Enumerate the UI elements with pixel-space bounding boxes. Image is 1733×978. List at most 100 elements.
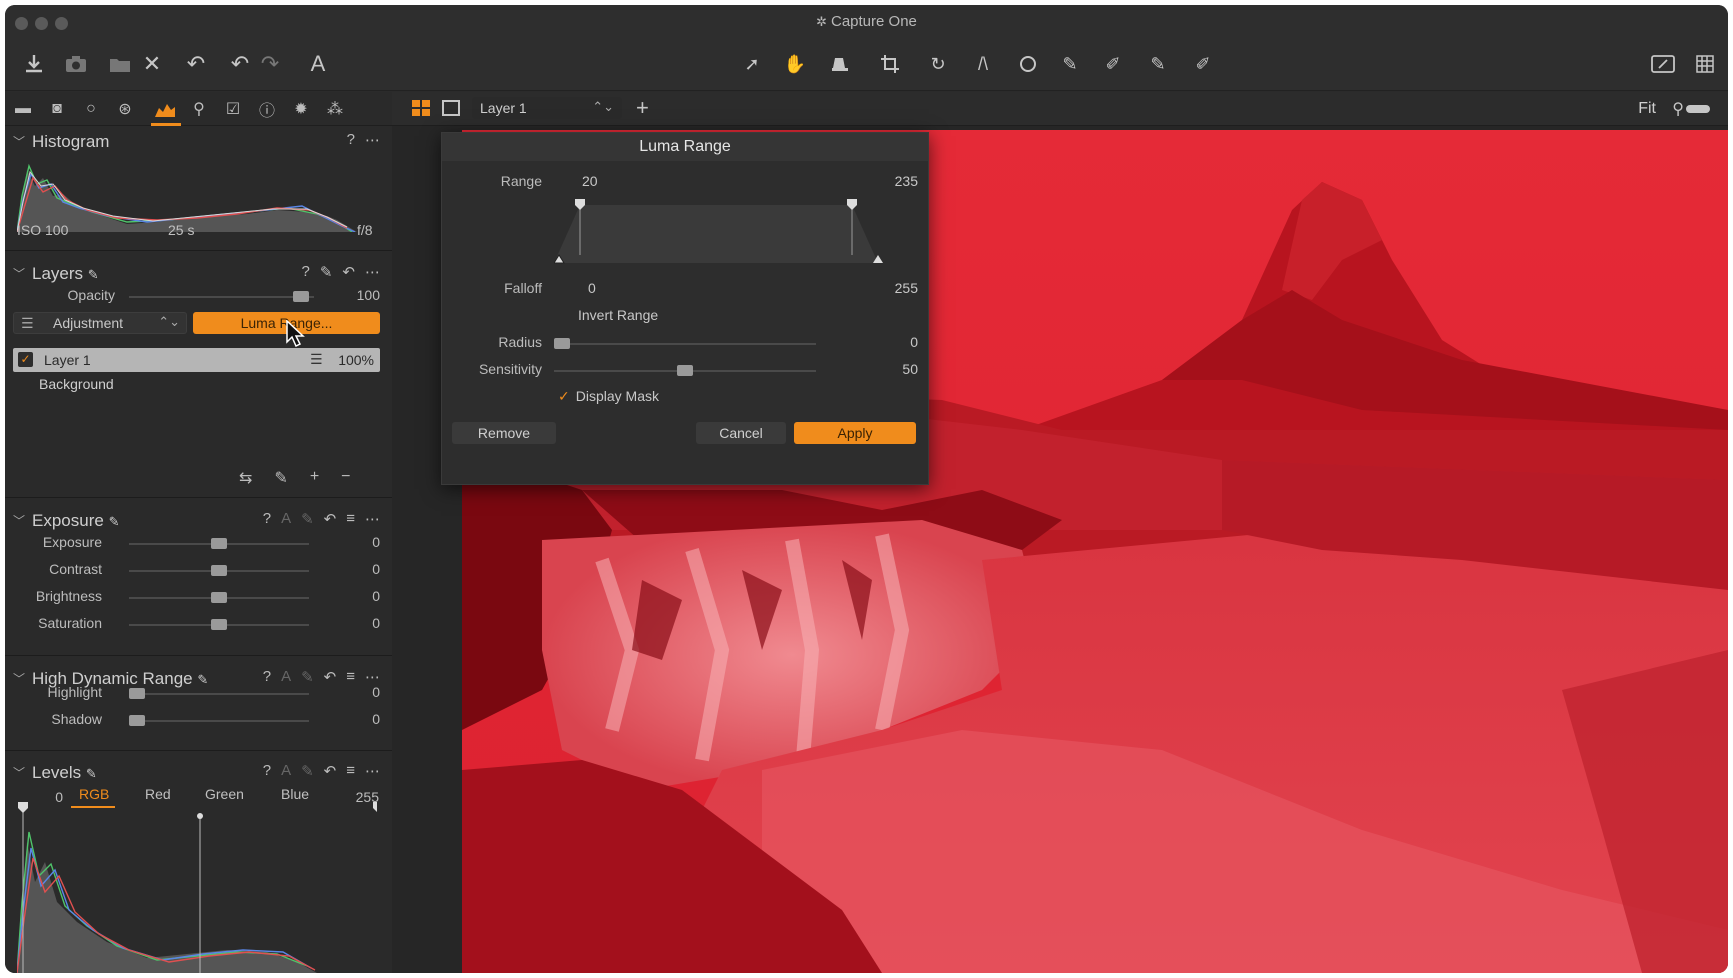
add-layer-icon[interactable]: + <box>636 95 649 121</box>
slider-value[interactable]: 0 <box>325 534 380 550</box>
batch-icon[interactable]: ⁂ <box>323 98 347 120</box>
swap-layers-icon[interactable]: ⇆ <box>239 468 252 488</box>
chevron-down-icon[interactable]: ﹀ <box>13 265 25 282</box>
remove-layer-icon[interactable]: − <box>341 468 350 488</box>
list-icon[interactable]: ≡ <box>346 762 355 780</box>
rotate-icon[interactable]: ↻ <box>923 49 953 79</box>
settings-icon[interactable]: ✹ <box>289 98 313 120</box>
grid-view-icon[interactable] <box>412 100 430 121</box>
slider-knob[interactable] <box>211 592 227 603</box>
pick-icon[interactable] <box>825 49 855 79</box>
picker-icon[interactable]: ✎ <box>320 263 333 281</box>
opacity-slider-knob[interactable] <box>293 291 309 302</box>
chevron-down-icon[interactable]: ﹀ <box>13 512 25 529</box>
library-icon[interactable]: ▬ <box>11 98 35 120</box>
picker-icon[interactable]: ✎ <box>301 510 314 528</box>
chevron-down-icon[interactable]: ﹀ <box>13 133 25 150</box>
folder-icon[interactable] <box>105 49 135 79</box>
layer-select[interactable]: Layer 1 ⌃⌄ <box>472 97 622 119</box>
keystone-icon[interactable]: /\ <box>968 49 998 79</box>
slider-knob[interactable] <box>211 538 227 549</box>
crop-icon[interactable] <box>875 49 905 79</box>
help-icon[interactable]: ? <box>347 131 355 149</box>
select-cursor-icon[interactable]: ➚ <box>737 49 767 79</box>
slider-knob[interactable] <box>211 619 227 630</box>
import-icon[interactable] <box>19 49 49 79</box>
slider-track[interactable] <box>129 720 309 722</box>
adjustments-icon[interactable]: ☑ <box>221 98 245 120</box>
slider-knob[interactable] <box>129 688 145 699</box>
histogram-header[interactable]: ﹀ Histogram ? ⋯ <box>5 126 392 156</box>
remove-button[interactable]: Remove <box>452 422 556 444</box>
more-icon[interactable]: ⋯ <box>365 131 380 149</box>
brush-icon[interactable]: ✎ <box>1055 49 1085 79</box>
zoom-icon[interactable]: ⚲ <box>1672 99 1684 119</box>
auto-icon[interactable]: A <box>281 762 291 780</box>
reset-icon[interactable]: ↶ <box>342 263 355 281</box>
range-high-value[interactable]: 235 <box>895 173 918 189</box>
help-icon[interactable]: ? <box>263 510 271 528</box>
slider-value[interactable]: 0 <box>325 684 380 700</box>
invert-range-checkbox[interactable]: Invert Range <box>578 307 658 323</box>
hand-pan-icon[interactable]: ✋ <box>780 49 810 79</box>
grid-icon[interactable] <box>1690 49 1720 79</box>
apply-button[interactable]: Apply <box>794 422 916 444</box>
slider-value[interactable]: 0 <box>325 711 380 727</box>
more-icon[interactable]: ⋯ <box>365 263 380 281</box>
redo-icon[interactable]: ↷ <box>255 49 285 79</box>
help-icon[interactable]: ? <box>302 263 310 281</box>
zoom-slider[interactable] <box>1686 105 1710 113</box>
color-icon[interactable]: ⊛ <box>113 98 137 120</box>
layer-visibility-checkbox[interactable]: ✓ <box>18 352 33 367</box>
opacity-value[interactable]: 100 <box>325 287 380 303</box>
exposure-icon[interactable] <box>153 98 177 120</box>
metadata-icon[interactable]: ⓘ <box>255 98 279 120</box>
lens-icon[interactable]: ○ <box>79 98 103 120</box>
display-mask-checkbox[interactable]: ✓ Display Mask <box>558 388 659 405</box>
tab-rgb[interactable]: RGB <box>79 786 109 802</box>
gradient-icon[interactable]: ✎ <box>1143 49 1173 79</box>
list-icon[interactable]: ≡ <box>346 510 355 528</box>
more-icon[interactable]: ⋯ <box>365 762 380 780</box>
add-layer-icon[interactable]: + <box>310 468 319 488</box>
single-view-icon[interactable] <box>442 100 460 121</box>
slider-knob[interactable] <box>129 715 145 726</box>
sensitivity-value[interactable]: 50 <box>902 361 918 377</box>
compare-icon[interactable] <box>1648 49 1678 79</box>
help-icon[interactable]: ? <box>263 668 271 686</box>
help-icon[interactable]: ? <box>263 762 271 780</box>
fill-icon[interactable]: ✐ <box>1188 49 1218 79</box>
undo-icon[interactable]: ↶ <box>225 49 255 79</box>
layer-item-layer-1[interactable]: ✓ Layer 1 ☰ 100% <box>13 348 380 372</box>
layers-header[interactable]: ﹀ Layers ✎ ? ✎ ↶ ⋯ <box>5 258 392 288</box>
undo-all-icon[interactable]: ↶ <box>181 49 211 79</box>
layer-item-background[interactable]: Background <box>39 376 114 392</box>
reset-icon[interactable]: ↶ <box>324 510 337 528</box>
tab-green[interactable]: Green <box>205 786 244 802</box>
cancel-button[interactable]: Cancel <box>696 422 786 444</box>
opacity-slider[interactable] <box>129 296 314 298</box>
falloff-low-value[interactable]: 0 <box>588 280 596 296</box>
levels-header[interactable]: ﹀ Levels ✎ ? A ✎ ↶ ≡ ⋯ <box>5 757 392 787</box>
eraser-icon[interactable]: ✐ <box>1098 49 1128 79</box>
brush-icon[interactable]: ✎ <box>274 468 287 488</box>
chevron-down-icon[interactable]: ﹀ <box>13 764 25 781</box>
exposure-header[interactable]: ﹀ Exposure ✎ ? A ✎ ↶ ≡ ⋯ <box>5 505 392 535</box>
more-icon[interactable]: ⋯ <box>365 510 380 528</box>
zoom-fit-button[interactable]: Fit <box>1638 100 1656 118</box>
reset-icon[interactable]: ↶ <box>324 762 337 780</box>
range-low-value[interactable]: 20 <box>582 173 598 189</box>
falloff-high-value[interactable]: 255 <box>895 280 918 296</box>
radius-slider[interactable] <box>554 343 816 345</box>
tab-blue[interactable]: Blue <box>281 786 309 802</box>
slider-knob[interactable] <box>211 565 227 576</box>
radius-value[interactable]: 0 <box>910 334 918 350</box>
circle-icon[interactable] <box>1013 49 1043 79</box>
luma-range-graph[interactable] <box>554 195 884 267</box>
text-icon[interactable]: A <box>303 49 333 79</box>
slider-value[interactable]: 0 <box>325 561 380 577</box>
picker-icon[interactable]: ✎ <box>301 762 314 780</box>
slider-value[interactable]: 0 <box>325 615 380 631</box>
auto-icon[interactable]: A <box>281 510 291 528</box>
sensitivity-slider-knob[interactable] <box>677 365 693 376</box>
